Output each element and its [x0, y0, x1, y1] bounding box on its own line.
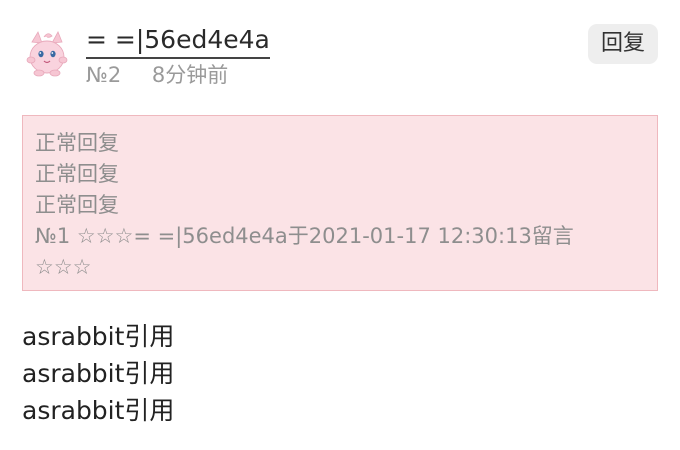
user-info: = =|56ed4e4a №2 8分钟前 — [86, 24, 270, 89]
comment-header: = =|56ed4e4a №2 8分钟前 回复 — [22, 24, 658, 88]
quote-line: 正常回复 — [35, 162, 119, 186]
pink-puffball-avatar-icon — [22, 28, 72, 80]
reply-button[interactable]: 回复 — [588, 24, 658, 64]
body-line: asrabbit引用 — [22, 396, 175, 425]
quote-line: 正常回复 — [35, 131, 119, 155]
comment-meta: №2 8分钟前 — [86, 61, 270, 89]
comment-page: = =|56ed4e4a №2 8分钟前 回复 正常回复 正常回复 正常回复 №… — [0, 0, 680, 450]
username-link[interactable]: = =|56ed4e4a — [86, 24, 270, 59]
floor-number: №2 — [86, 63, 122, 87]
body-line: asrabbit引用 — [22, 322, 175, 351]
quoted-reply-box: 正常回复 正常回复 正常回复 №1 ☆☆☆= =|56ed4e4a于2021-0… — [22, 115, 658, 291]
quote-line: 正常回复 — [35, 193, 119, 217]
timestamp: 8分钟前 — [151, 63, 229, 87]
quote-line: №1 ☆☆☆= =|56ed4e4a于2021-01-17 12:30:13留言 — [35, 224, 574, 248]
quote-line: ☆☆☆ — [35, 255, 92, 279]
avatar[interactable] — [22, 28, 72, 80]
body-line: asrabbit引用 — [22, 359, 175, 388]
comment-body: asrabbit引用 asrabbit引用 asrabbit引用 — [22, 318, 658, 429]
